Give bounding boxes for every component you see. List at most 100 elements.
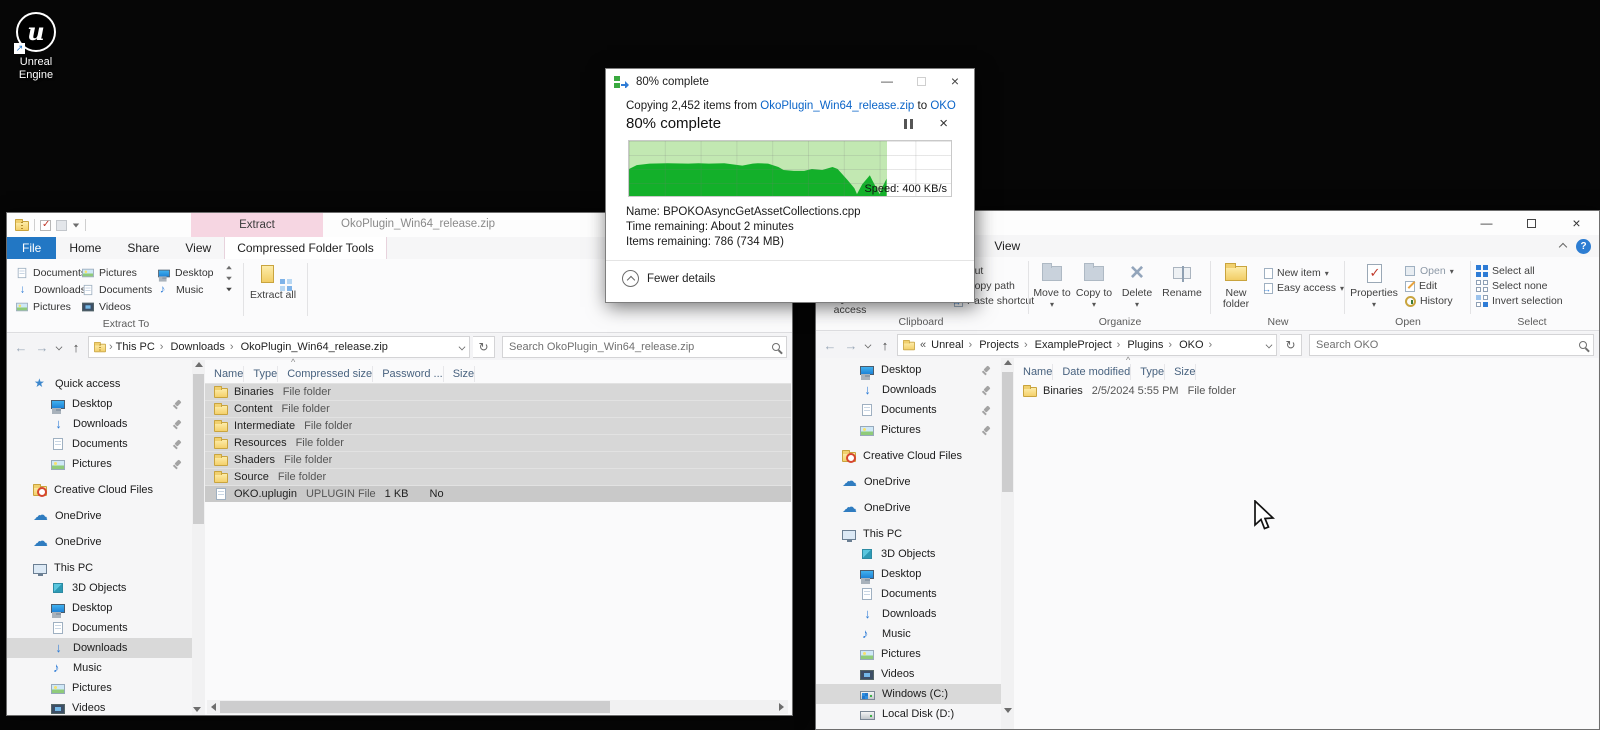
forward-button[interactable]: →	[842, 338, 860, 353]
breadcrumb-segment[interactable]: Projects	[978, 339, 1033, 351]
back-button[interactable]: ←	[12, 340, 30, 355]
nav-item[interactable]: Videos	[7, 698, 192, 715]
breadcrumb-box[interactable]: › This PCDownloadsOkoPlugin_Win64_releas…	[88, 336, 470, 358]
horizontal-scrollbar[interactable]	[207, 700, 788, 714]
breadcrumb-segment[interactable]: OkoPlugin_Win64_release.zip	[240, 341, 389, 353]
column-header[interactable]: Size	[444, 366, 475, 382]
file-row[interactable]: Source File folder	[205, 468, 791, 485]
file-row[interactable]: Shaders File folder	[205, 451, 791, 468]
cancel-copy-button[interactable]: ×	[939, 115, 948, 132]
extract-all-button[interactable]: Extract all	[247, 262, 299, 318]
search-box[interactable]	[1309, 334, 1594, 356]
nav-item[interactable]: This PC	[7, 558, 192, 578]
unreal-engine-shortcut[interactable]: u ↗ Unreal Engine	[6, 12, 66, 82]
address-dropdown-icon[interactable]	[459, 344, 466, 351]
nav-item[interactable]: Downloads	[7, 414, 192, 434]
column-header[interactable]: Name	[205, 366, 244, 382]
scrollbar-thumb[interactable]	[193, 374, 204, 524]
new-folder-qat-icon[interactable]	[56, 220, 67, 231]
file-row[interactable]: Intermediate File folder	[205, 417, 791, 434]
scroll-down-icon[interactable]	[1004, 708, 1012, 713]
gallery-more-icon[interactable]	[226, 288, 232, 292]
back-button[interactable]: ←	[821, 338, 839, 353]
scroll-right-icon[interactable]	[779, 703, 784, 711]
nav-item[interactable]: 3D Objects	[7, 578, 192, 598]
scroll-up-icon[interactable]	[1004, 360, 1012, 365]
extract-destination[interactable]: Desktop	[157, 267, 221, 279]
breadcrumb-segment[interactable]: Unreal	[930, 339, 978, 351]
breadcrumb-segment[interactable]: Plugins	[1126, 339, 1178, 351]
maximize-button[interactable]	[904, 69, 938, 93]
move-to-button[interactable]: Move to▾	[1032, 260, 1072, 316]
properties-button[interactable]: Properties▾	[1348, 260, 1400, 316]
ribbon-tab[interactable]: File	[7, 237, 56, 259]
column-header[interactable]: Size	[1165, 364, 1196, 380]
extract-destination[interactable]: Music	[157, 283, 221, 296]
nav-item[interactable]: OneDrive	[7, 506, 192, 526]
ribbon-tab[interactable]: View	[172, 237, 224, 259]
maximize-button[interactable]	[1509, 211, 1554, 235]
history-button[interactable]: History	[1404, 295, 1454, 307]
history-dropdown-icon[interactable]	[56, 344, 63, 351]
collapse-ribbon-icon[interactable]	[1559, 242, 1567, 250]
file-row[interactable]: OKO.uplugin UPLUGIN File 1 KB No	[205, 485, 791, 502]
open-button[interactable]: Open▾	[1404, 265, 1454, 277]
minimize-button[interactable]: —	[870, 69, 904, 93]
nav-item[interactable]: This PC	[816, 524, 1001, 544]
sidebar-scrollbar[interactable]	[192, 360, 205, 715]
search-box[interactable]	[502, 336, 787, 358]
pause-button[interactable]	[904, 119, 913, 129]
path-overflow-icon[interactable]: «	[918, 339, 928, 351]
extract-destination[interactable]: Documents	[81, 284, 157, 296]
close-button[interactable]: ×	[1554, 211, 1599, 235]
nav-item[interactable]: 3D Objects	[816, 544, 1001, 564]
file-row[interactable]: Binaries File folder	[205, 383, 791, 400]
breadcrumb-segment[interactable]: ExampleProject	[1034, 339, 1127, 351]
nav-item[interactable]: Documents	[7, 618, 192, 638]
breadcrumb-segment[interactable]: This PC	[115, 341, 170, 353]
nav-item[interactable]: OneDrive	[816, 498, 1001, 518]
file-row[interactable]: Resources File folder	[205, 434, 791, 451]
delete-button[interactable]: × Delete▾	[1116, 260, 1158, 316]
scroll-left-icon[interactable]	[211, 703, 216, 711]
extract-destination[interactable]: Documents	[15, 267, 81, 279]
fewer-details-button[interactable]: Fewer details	[606, 261, 974, 296]
nav-item[interactable]: Pictures	[7, 678, 192, 698]
h-scrollbar-thumb[interactable]	[220, 701, 610, 713]
file-row[interactable]: Content File folder	[205, 400, 791, 417]
minimize-button[interactable]: —	[1464, 211, 1509, 235]
new-item-button[interactable]: New item▾	[1262, 267, 1344, 279]
search-input[interactable]	[1316, 339, 1579, 351]
up-button[interactable]: ↑	[876, 338, 894, 353]
nav-item[interactable]: Pictures	[816, 644, 1001, 664]
column-header[interactable]: Name	[1014, 364, 1053, 380]
quick-access-toolbar[interactable]	[7, 219, 86, 231]
nav-item[interactable]: Creative Cloud Files	[7, 480, 192, 500]
nav-item[interactable]: Downloads	[816, 380, 1001, 400]
breadcrumb-segment[interactable]: Downloads	[169, 341, 239, 353]
address-dropdown-icon[interactable]	[1266, 342, 1273, 349]
invert-selection-button[interactable]: Invert selection	[1476, 295, 1563, 307]
search-input[interactable]	[509, 341, 772, 353]
select-none-button[interactable]: Select none	[1476, 280, 1563, 292]
breadcrumb-box[interactable]: « UnrealProjectsExampleProjectPluginsOKO	[897, 334, 1277, 356]
rename-button[interactable]: Rename	[1158, 260, 1206, 316]
destination-link[interactable]: OKO	[930, 100, 956, 112]
nav-item[interactable]: Creative Cloud Files	[816, 446, 1001, 466]
nav-item[interactable]: Desktop	[7, 394, 192, 414]
refresh-button[interactable]: ↻	[473, 336, 495, 358]
nav-item[interactable]: Quick access	[7, 374, 192, 394]
close-button[interactable]: ×	[938, 69, 972, 93]
forward-button[interactable]: →	[33, 340, 51, 355]
nav-item[interactable]: Local Disk (D:)	[816, 704, 1001, 724]
sidebar-scroll-down-icon[interactable]	[193, 707, 201, 712]
column-header[interactable]: Type	[244, 366, 278, 382]
column-header[interactable]: Type	[1131, 364, 1165, 380]
scroll-up-icon[interactable]	[195, 362, 203, 367]
nav-item[interactable]: Documents	[816, 400, 1001, 420]
nav-item[interactable]: Videos	[816, 664, 1001, 684]
nav-item[interactable]: Desktop	[7, 598, 192, 618]
dialog-title-bar[interactable]: 80% complete — ×	[606, 69, 974, 94]
nav-item[interactable]: Music	[816, 624, 1001, 644]
nav-item[interactable]: Desktop	[816, 360, 1001, 380]
